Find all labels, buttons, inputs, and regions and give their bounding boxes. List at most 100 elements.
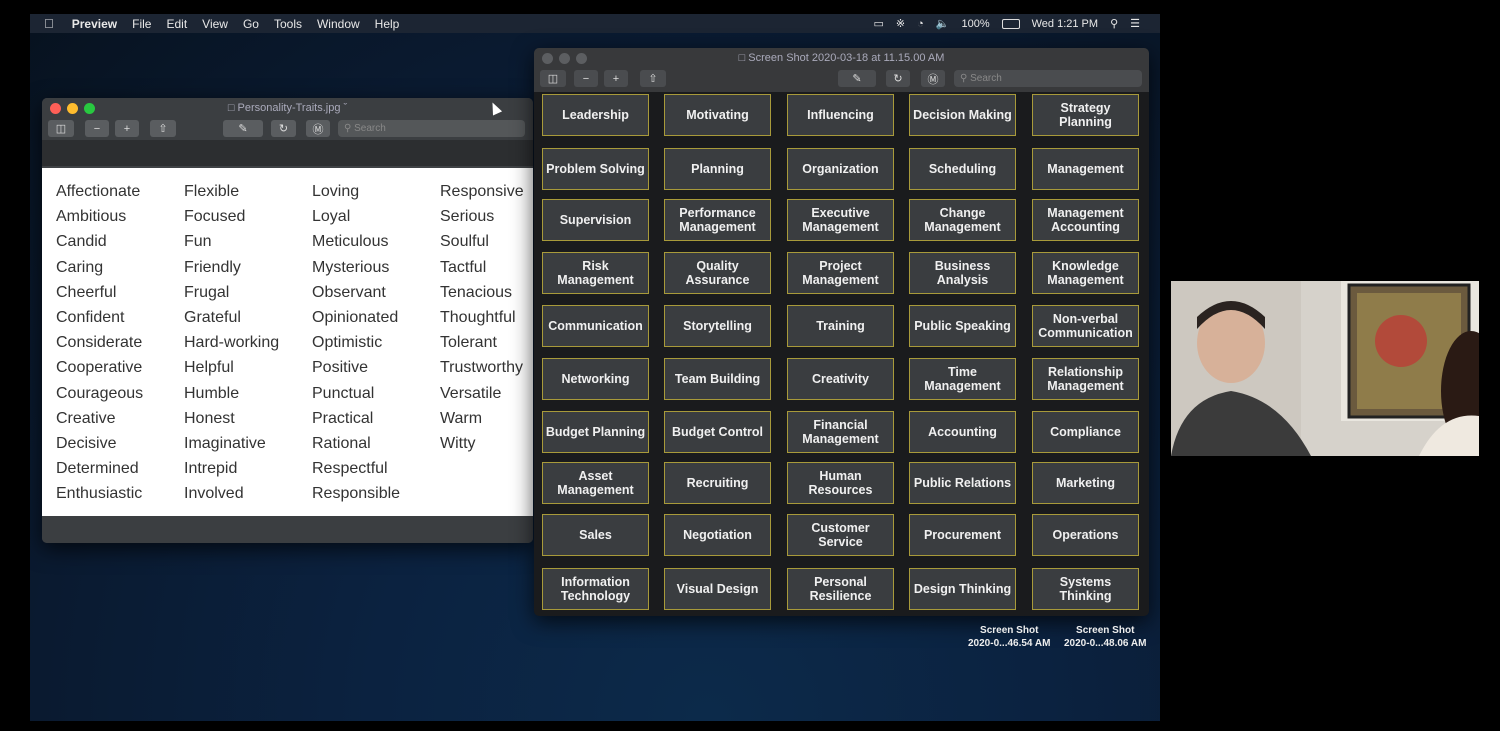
trait-item: Punctual: [312, 384, 375, 402]
search-icon: ⚲: [344, 123, 355, 134]
rotate-icon[interactable]: ↻: [886, 70, 910, 87]
trait-item: Enthusiastic: [56, 485, 143, 503]
skill-card: Procurement: [909, 514, 1016, 556]
spotlight-search-icon[interactable]: ⚲: [1110, 17, 1118, 30]
desktop-file-label-line2: 2020-0...46.54 AM: [968, 638, 1051, 649]
desktop-file-label-line2: 2020-0...48.06 AM: [1064, 638, 1147, 649]
skill-card: Performance Management: [664, 199, 771, 241]
trait-item: Honest: [184, 409, 235, 427]
menu-app-name[interactable]: Preview: [72, 17, 117, 31]
trait-item: Tactful: [440, 258, 487, 276]
trait-item: Loving: [312, 183, 360, 200]
menu-help[interactable]: Help: [375, 17, 400, 31]
toolbar-divider-strip: [42, 140, 533, 166]
search-input[interactable]: ⚲ Search: [954, 70, 1142, 87]
trait-item: Ambitious: [56, 208, 127, 226]
wifi-icon[interactable]: ◔: [917, 18, 924, 30]
trait-item: Confident: [56, 308, 125, 326]
skill-card: Budget Planning: [542, 411, 649, 453]
trait-item: Flexible: [184, 183, 240, 200]
battery-icon[interactable]: [1001, 18, 1020, 29]
skill-card: Marketing: [1032, 462, 1139, 504]
skill-card: Non-verbal Communication: [1032, 305, 1139, 347]
skill-card: Problem Solving: [542, 148, 649, 190]
window-title-text[interactable]: Personality-Traits.jpg: [238, 102, 341, 114]
skill-card: Storytelling: [664, 305, 771, 347]
share-icon[interactable]: ⇧: [150, 120, 176, 137]
volume-icon[interactable]: 🔈: [936, 17, 950, 30]
trait-item: Helpful: [184, 359, 234, 377]
menu-tools[interactable]: Tools: [274, 17, 302, 31]
skill-card: Supervision: [542, 199, 649, 241]
share-icon[interactable]: ⇧: [640, 70, 666, 87]
trait-item: Determined: [56, 460, 139, 478]
rotate-icon[interactable]: ↻: [271, 120, 296, 137]
skill-card: Scheduling: [909, 148, 1016, 190]
skill-card: Management: [1032, 148, 1139, 190]
desktop:  Preview File Edit View Go Tools Window…: [30, 14, 1160, 721]
webcam-image: [1171, 281, 1479, 456]
zoom-in-icon[interactable]: +: [115, 120, 139, 137]
trait-item: Responsible: [312, 485, 401, 503]
battery-percent[interactable]: 100%: [961, 18, 989, 30]
skill-card: Recruiting: [664, 462, 771, 504]
skill-card: Visual Design: [664, 568, 771, 610]
zoom-in-icon[interactable]: +: [604, 70, 628, 87]
skill-card: Quality Assurance: [664, 252, 771, 294]
title-bar[interactable]: □ Screen Shot 2020-03-18 at 11.15.00 AM: [534, 48, 1149, 70]
notification-center-icon[interactable]: ☰: [1130, 17, 1140, 30]
personality-traits-window: □ Personality-Traits.jpg ˇ ◫ − + ⇧ ✎ ↻ Ⓜ…: [42, 98, 533, 543]
menu-window[interactable]: Window: [317, 17, 360, 31]
title-bar[interactable]: □ Personality-Traits.jpg ˇ: [42, 98, 533, 120]
clock[interactable]: Wed 1:21 PM: [1032, 18, 1098, 30]
skill-card: Risk Management: [542, 252, 649, 294]
menu-view[interactable]: View: [202, 17, 228, 31]
bluetooth-icon[interactable]: ※: [896, 17, 905, 30]
markup-pen-icon[interactable]: ✎: [223, 120, 263, 137]
skill-card: Leadership: [542, 94, 649, 136]
search-input[interactable]: ⚲ Search: [338, 120, 525, 137]
trait-item: Optimistic: [312, 334, 383, 352]
trait-item: Cheerful: [56, 283, 117, 301]
window-title-text[interactable]: Screen Shot 2020-03-18 at 11.15.00 AM: [748, 52, 944, 64]
menu-file[interactable]: File: [132, 17, 151, 31]
trait-item: Courageous: [56, 384, 144, 402]
sidebar-toggle-icon[interactable]: ◫: [540, 70, 566, 87]
trait-item: Humble: [184, 384, 240, 402]
skill-card: Information Technology: [542, 568, 649, 610]
trait-item: Considerate: [56, 334, 143, 352]
menu-edit[interactable]: Edit: [166, 17, 187, 31]
desktop-file-screenshot-1[interactable]: Screen Shot 2020-0...46.54 AM: [968, 624, 1050, 650]
zoom-out-icon[interactable]: −: [574, 70, 598, 87]
trait-item: Imaginative: [184, 434, 266, 452]
trait-item: Friendly: [184, 258, 241, 276]
skill-card: Creativity: [787, 358, 894, 400]
skill-card: Budget Control: [664, 411, 771, 453]
zoom-out-icon[interactable]: −: [85, 120, 109, 137]
trait-item: Soulful: [440, 233, 489, 251]
search-placeholder: Search: [354, 123, 386, 134]
skill-card: Change Management: [909, 199, 1016, 241]
sidebar-toggle-icon[interactable]: ◫: [48, 120, 74, 137]
trait-item: Cooperative: [56, 359, 143, 377]
skill-card: Training: [787, 305, 894, 347]
desktop-file-label-line1: Screen Shot: [980, 625, 1039, 636]
annotate-icon[interactable]: Ⓜ: [306, 120, 330, 137]
apple-menu-icon[interactable]: : [44, 16, 54, 31]
annotate-icon[interactable]: Ⓜ: [921, 70, 945, 87]
airplay-icon[interactable]: ▭: [873, 17, 883, 30]
skill-card: Compliance: [1032, 411, 1139, 453]
trait-item: Grateful: [184, 308, 241, 326]
desktop-file-screenshot-2[interactable]: Screen Shot 2020-0...48.06 AM: [1064, 624, 1146, 650]
skill-card: Planning: [664, 148, 771, 190]
trait-item: Focused: [184, 208, 246, 226]
status-area: ▭ ※ ◔ 🔈 100% Wed 1:21 PM ⚲ ☰: [873, 14, 1140, 33]
trait-item: Rational: [312, 434, 371, 452]
skill-card: Asset Management: [542, 462, 649, 504]
skills-window: □ Screen Shot 2020-03-18 at 11.15.00 AM …: [534, 48, 1149, 616]
menu-go[interactable]: Go: [243, 17, 259, 31]
markup-pen-icon[interactable]: ✎: [838, 70, 876, 87]
skill-card: Communication: [542, 305, 649, 347]
skill-card: Management Accounting: [1032, 199, 1139, 241]
trait-item: Tenacious: [440, 283, 513, 301]
